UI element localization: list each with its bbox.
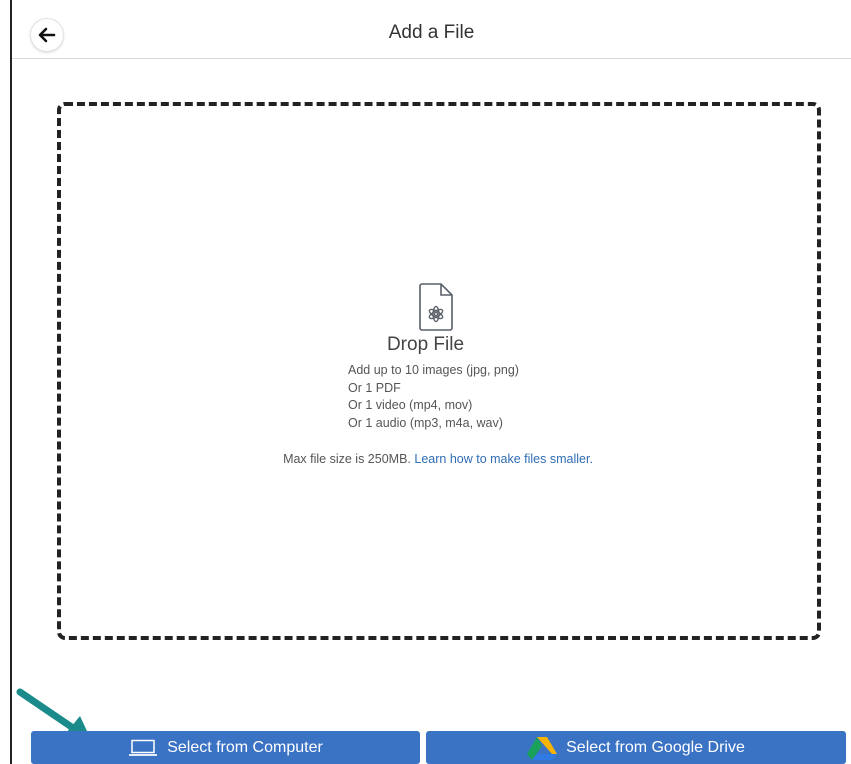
max-size-text: Max file size is 250MB.: [283, 452, 411, 466]
page-title: Add a File: [388, 22, 475, 43]
select-from-google-drive-button[interactable]: Select from Google Drive: [426, 731, 846, 764]
laptop-icon: [128, 739, 158, 757]
file-type-hints: Add up to 10 images (jpg, png) Or 1 PDF …: [348, 362, 519, 432]
select-from-computer-label: Select from Computer: [167, 738, 323, 756]
hint-images: Add up to 10 images (jpg, png): [348, 363, 519, 377]
max-size-note: Max file size is 250MB. Learn how to mak…: [0, 452, 851, 466]
learn-smaller-files-link[interactable]: Learn how to make files smaller.: [414, 452, 593, 466]
hint-pdf: Or 1 PDF: [348, 380, 401, 395]
add-file-page: Add a File Drop File Add up to 10 images…: [0, 0, 851, 764]
select-from-google-drive-label: Select from Google Drive: [566, 738, 745, 756]
google-drive-icon: [527, 736, 558, 760]
window-left-border: [10, 0, 12, 764]
hint-video: Or 1 video (mp4, mov): [348, 398, 473, 412]
header: Add a File: [12, 0, 851, 59]
drop-file-title: Drop File: [386, 334, 465, 355]
hint-audio: Or 1 audio (mp3, m4a, wav): [348, 415, 503, 430]
file-icon: [419, 283, 453, 331]
select-from-computer-button[interactable]: Select from Computer: [31, 731, 420, 764]
